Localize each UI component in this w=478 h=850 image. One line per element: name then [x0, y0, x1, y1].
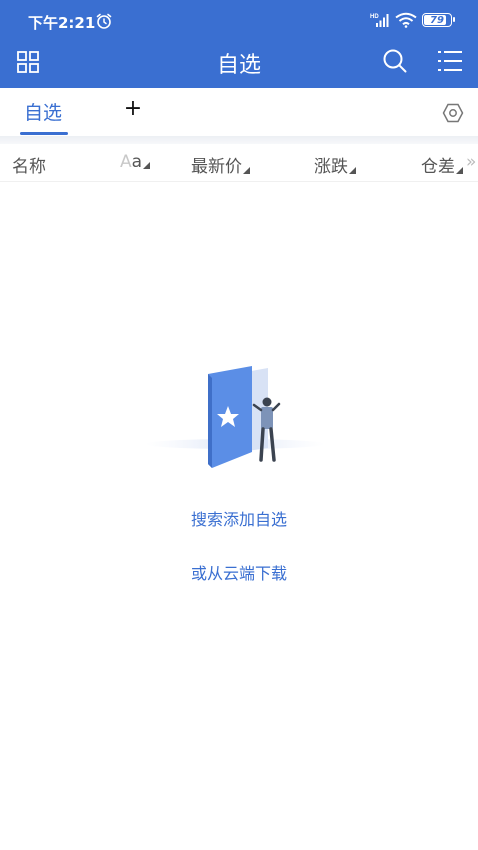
- sort-triangle-icon: [243, 167, 250, 174]
- column-position-diff-label: 仓差: [421, 157, 455, 177]
- signal-hd-badge: HD: [370, 14, 379, 20]
- column-change-label: 涨跌: [314, 157, 348, 177]
- tab-watchlist[interactable]: 自选: [24, 98, 62, 125]
- search-icon[interactable]: [382, 48, 408, 74]
- column-position-diff[interactable]: 仓差: [421, 152, 463, 177]
- add-tab-button[interactable]: +: [122, 98, 144, 120]
- sort-triangle-icon: [456, 167, 463, 174]
- tab-divider: [0, 136, 478, 144]
- app-header: 下午2:21 HD 79 自选: [0, 0, 478, 88]
- watchlist-tabbar: 自选 +: [0, 88, 478, 136]
- font-size-toggle[interactable]: Aa: [120, 152, 151, 172]
- more-columns-icon[interactable]: »: [466, 152, 476, 172]
- tab-active-indicator: [20, 132, 68, 135]
- column-name-label: 名称: [12, 157, 46, 177]
- menu-icon[interactable]: [436, 48, 464, 74]
- settings-icon[interactable]: [442, 102, 464, 124]
- cloud-download-link[interactable]: 或从云端下载: [0, 560, 478, 584]
- status-bar: 下午2:21 HD 79: [0, 0, 478, 40]
- column-name[interactable]: 名称: [12, 152, 46, 177]
- battery-level: 79: [430, 14, 444, 26]
- signal-icon: HD: [370, 14, 389, 27]
- sort-triangle-icon: [143, 162, 151, 169]
- status-time: 下午2:21: [28, 14, 96, 32]
- empty-watchlist-illustration: [145, 366, 325, 468]
- sort-triangle-icon: [349, 167, 356, 174]
- column-last-price[interactable]: 最新价: [191, 152, 250, 177]
- column-header: 名称 Aa 最新价 涨跌 仓差 »: [0, 144, 478, 182]
- alarm-icon: [96, 13, 112, 29]
- font-toggle-small: a: [131, 152, 143, 172]
- battery-icon: 79: [422, 13, 455, 27]
- font-toggle-large: A: [120, 152, 132, 172]
- wifi-icon: [395, 12, 417, 28]
- search-add-watchlist-link[interactable]: 搜索添加自选: [0, 506, 478, 530]
- column-last-price-label: 最新价: [191, 157, 242, 177]
- column-change[interactable]: 涨跌: [314, 152, 356, 177]
